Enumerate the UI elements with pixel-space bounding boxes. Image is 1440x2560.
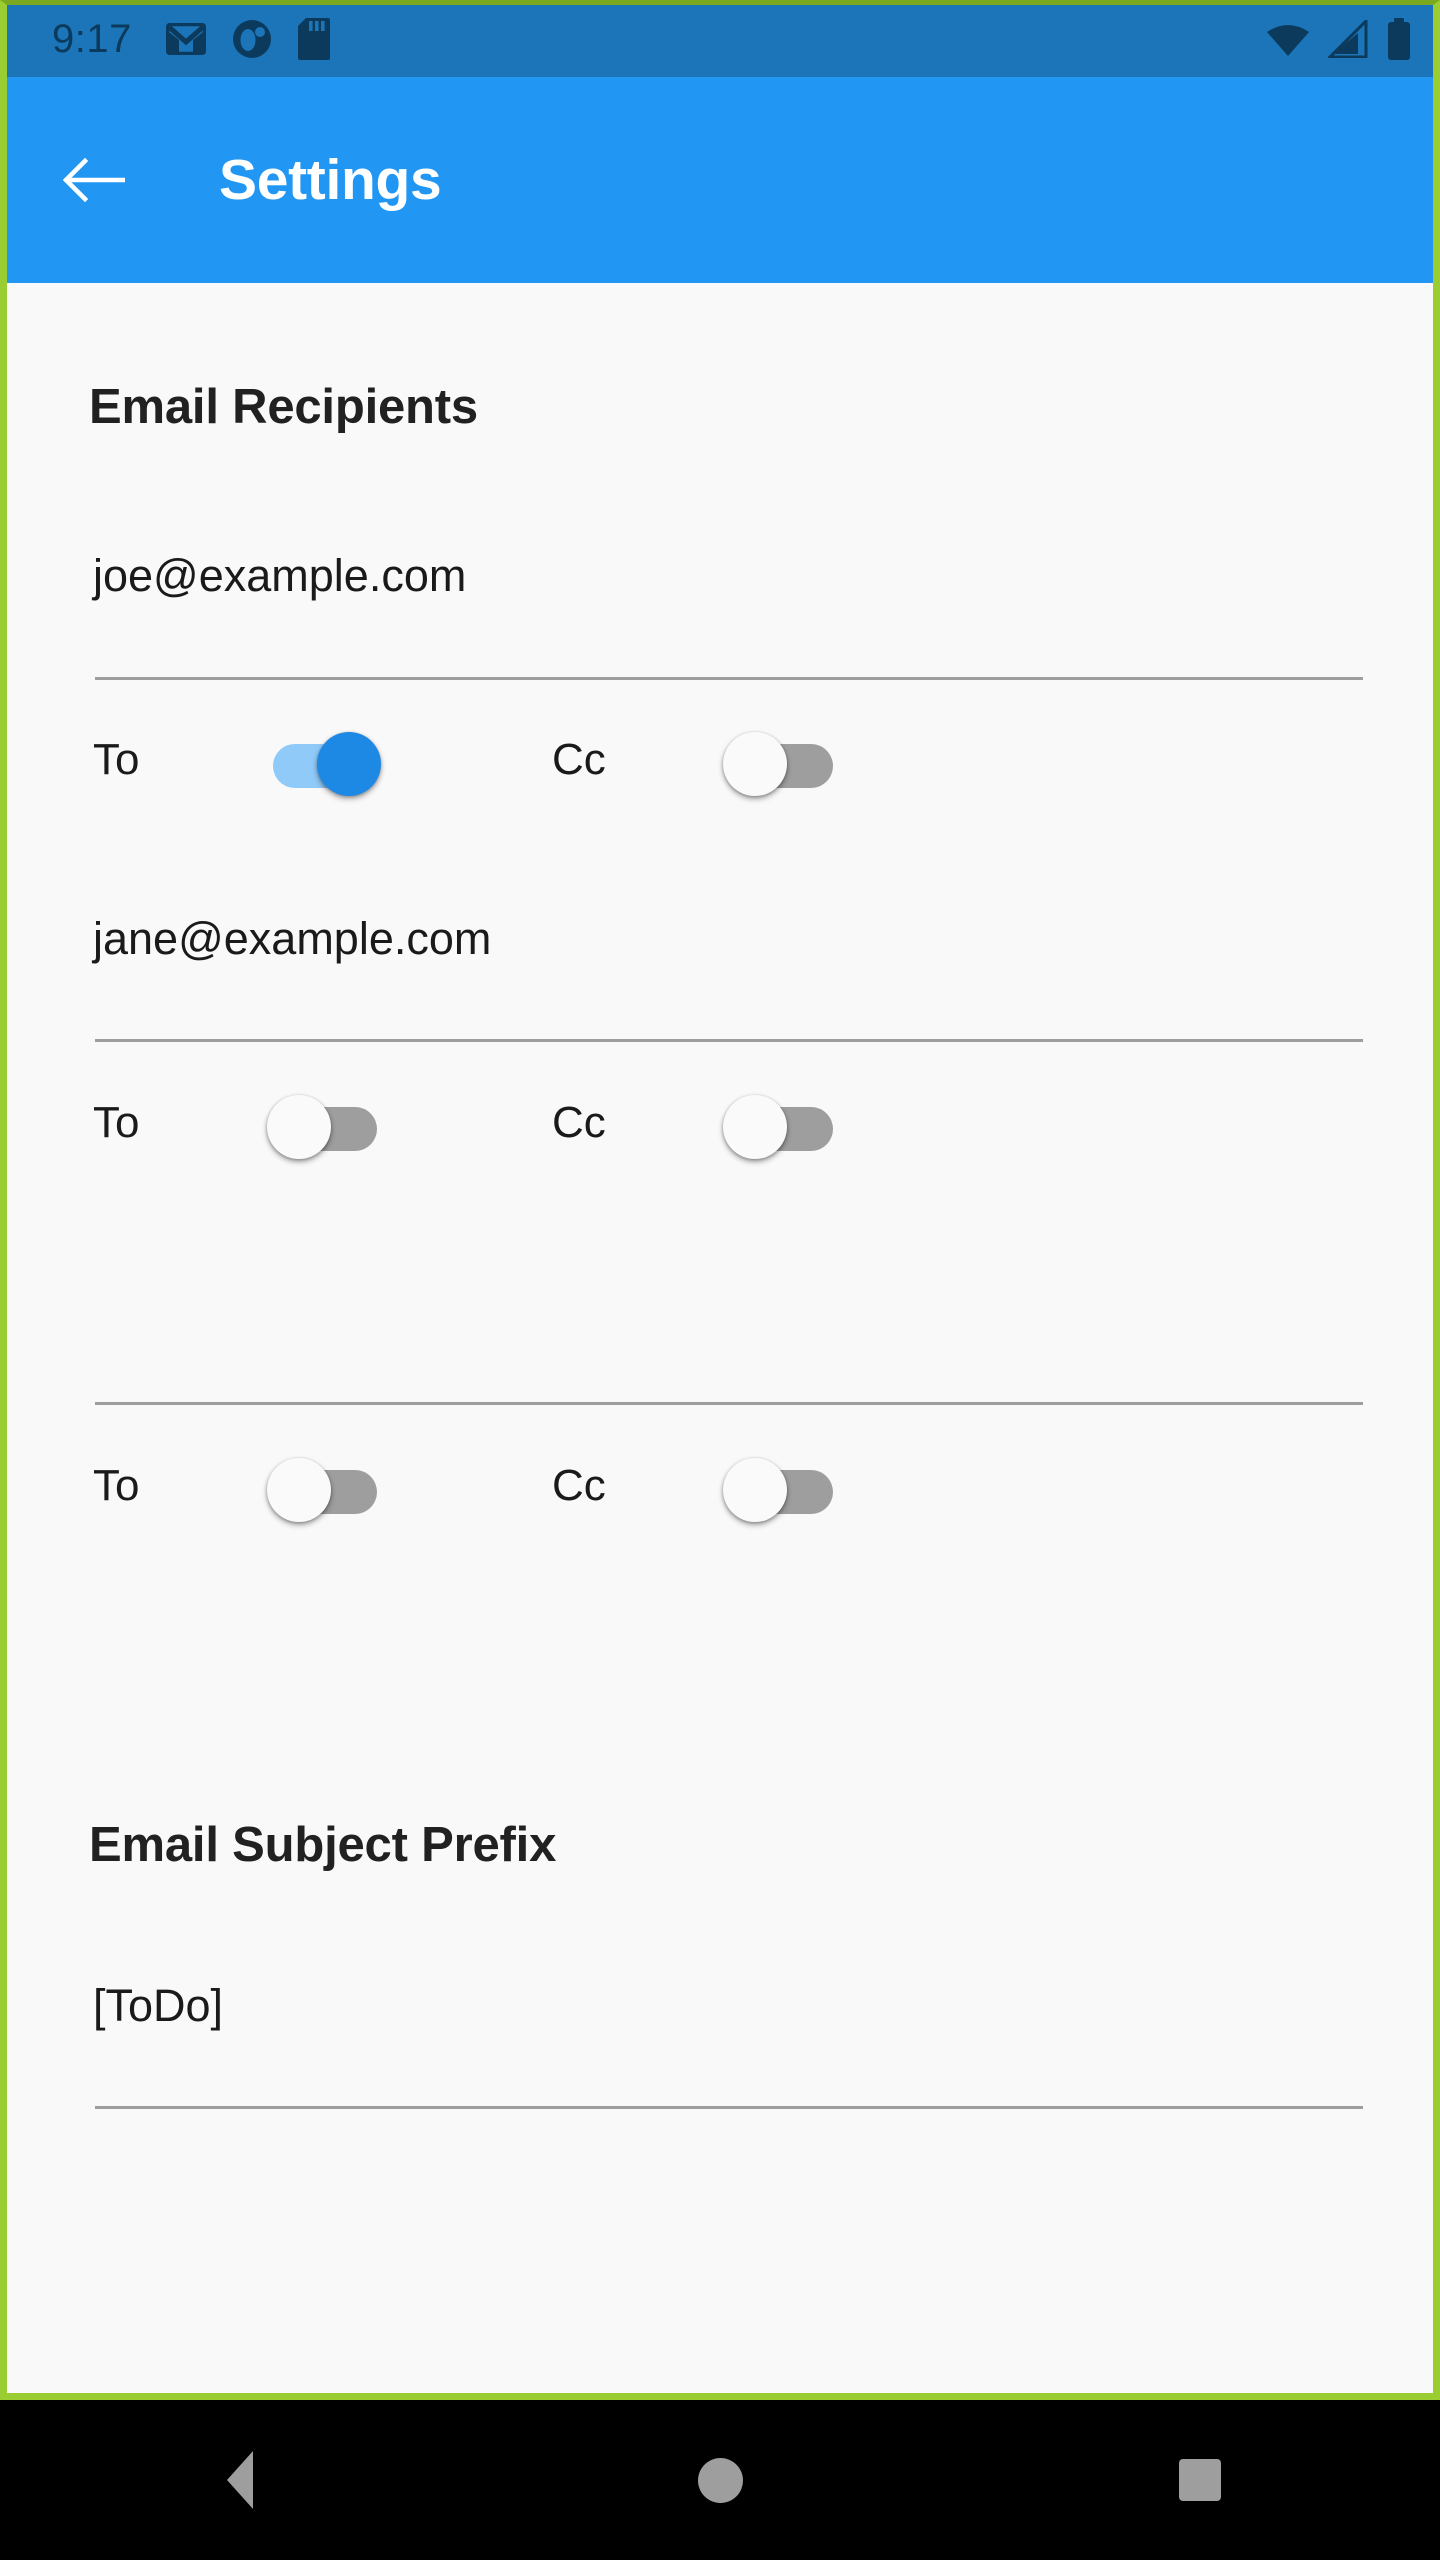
recipient-toggle-row-3: To Cc	[7, 1446, 1433, 1526]
cc-label-2: Cc	[552, 1098, 606, 1147]
recipient-toggle-row-2: To Cc	[7, 1083, 1433, 1163]
cellular-signal-icon	[1328, 19, 1368, 58]
recipient-underline-2	[95, 1039, 1363, 1042]
system-status-icons	[1266, 17, 1412, 60]
notification-icons	[165, 17, 330, 60]
cc-switch-1[interactable]	[723, 720, 837, 800]
back-button[interactable]	[63, 149, 125, 211]
subject-prefix-underline	[95, 2106, 1363, 2109]
system-navigation-bar	[0, 2400, 1440, 2560]
switch-thumb	[723, 732, 787, 796]
to-switch-1[interactable]	[269, 720, 381, 800]
home-nav-icon	[697, 2457, 743, 2503]
switch-thumb	[723, 1458, 787, 1522]
status-bar: 9:17	[0, 0, 1440, 77]
back-nav-icon	[227, 2451, 253, 2509]
to-switch-2[interactable]	[267, 1083, 381, 1163]
recents-nav-icon	[1179, 2459, 1221, 2501]
android-settings-screen: 9:17 Settings Email Recipients joe@examp…	[0, 0, 1440, 2560]
nav-home-button[interactable]	[480, 2400, 960, 2560]
recipient-email-input-1[interactable]: joe@example.com	[93, 553, 466, 598]
cc-label-3: Cc	[552, 1461, 606, 1510]
cc-label-1: Cc	[552, 735, 606, 784]
wifi-icon	[1266, 21, 1310, 57]
to-label-3: To	[93, 1461, 140, 1510]
circle-app-icon	[232, 19, 272, 59]
recipient-underline-3	[95, 1402, 1363, 1405]
to-switch-3[interactable]	[267, 1446, 381, 1526]
settings-content: Email Recipients joe@example.com To Cc j…	[7, 283, 1433, 2393]
recipient-email-input-2[interactable]: jane@example.com	[93, 916, 491, 961]
subject-prefix-input[interactable]: [ToDo]	[93, 1983, 223, 2028]
cc-switch-3[interactable]	[723, 1446, 837, 1526]
switch-thumb	[723, 1095, 787, 1159]
section-heading-email-subject-prefix: Email Subject Prefix	[89, 1818, 557, 1872]
recipient-underline-1	[95, 677, 1363, 680]
app-bar: Settings	[7, 77, 1433, 283]
to-label-1: To	[93, 735, 140, 784]
status-bar-clock: 9:17	[52, 16, 132, 61]
to-label-2: To	[93, 1098, 140, 1147]
nav-recents-button[interactable]	[960, 2400, 1440, 2560]
section-heading-email-recipients: Email Recipients	[89, 380, 478, 434]
switch-thumb	[317, 732, 381, 796]
page-title: Settings	[219, 147, 442, 212]
cc-switch-2[interactable]	[723, 1083, 837, 1163]
sd-card-icon	[297, 17, 330, 60]
recipient-toggle-row-1: To Cc	[7, 720, 1433, 800]
switch-thumb	[267, 1458, 331, 1522]
gmail-icon	[165, 22, 206, 55]
nav-back-button[interactable]	[0, 2400, 480, 2560]
battery-icon	[1386, 17, 1412, 60]
switch-thumb	[267, 1095, 331, 1159]
back-arrow-icon	[63, 157, 125, 203]
